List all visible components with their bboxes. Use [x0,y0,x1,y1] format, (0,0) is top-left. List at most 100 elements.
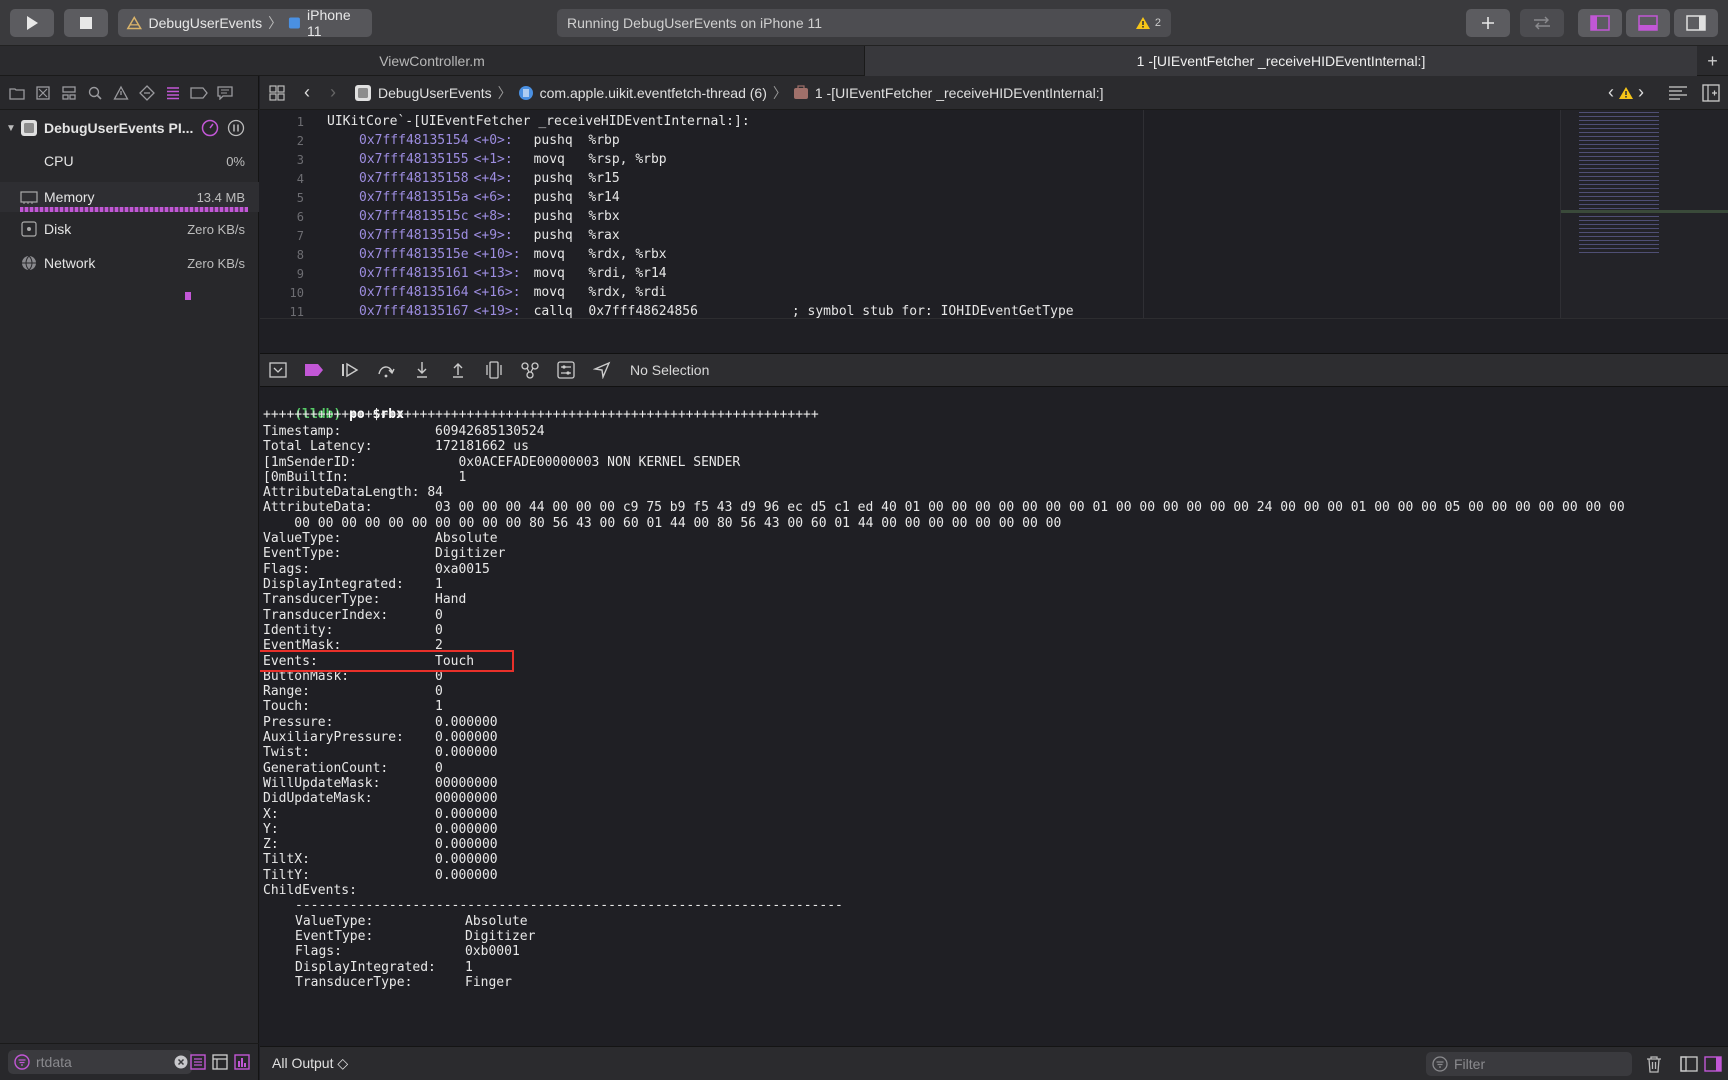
gauge-cpu[interactable]: CPU 0% [0,148,259,174]
forward-button[interactable]: › [320,82,346,103]
chevron-right-icon: 〉 [497,84,512,101]
editor-options-icon[interactable] [1668,85,1688,100]
editor-debug-splitter[interactable] [260,318,1728,353]
step-out-icon [453,363,463,378]
source-control-icon[interactable] [30,80,56,106]
child-separator-line: ----------------------------------------… [295,898,843,913]
code-line: 2 0x7fff48135154 <+0>: pushq %rbp [260,131,620,150]
stop-button[interactable] [64,9,108,37]
disk-icon [21,221,37,237]
disclosure-triangle-icon[interactable]: ▼ [6,123,20,134]
continue-button[interactable] [332,355,368,385]
pause-circle-icon[interactable] [227,119,245,137]
line-number: 1 [296,114,304,129]
next-issue-button[interactable]: › [1638,82,1644,103]
related-items-icon[interactable] [260,84,294,101]
navigator-filter-field[interactable]: rtdata [8,1050,192,1074]
environment-overrides-icon [557,361,575,379]
jumpbar-frame[interactable]: 1 -[UIEventFetcher _receiveHIDEventInter… [815,85,1104,101]
gauge-icon[interactable] [201,119,219,137]
jumpbar-thread[interactable]: com.apple.uikit.eventfetch-thread (6) [540,85,767,101]
process-name: DebugUserEvents PI... [44,120,194,136]
toggle-breakpoints-button[interactable] [296,355,332,385]
jumpbar-project[interactable]: DebugUserEvents [378,85,492,101]
process-row[interactable]: ▼ DebugUserEvents PI... [0,115,259,141]
library-button[interactable] [1466,9,1510,37]
debug-memory-graph-button[interactable] [512,355,548,385]
step-out-button[interactable] [440,355,476,385]
minimap[interactable] [1560,110,1728,318]
gauge-network[interactable]: Network Zero KB/s [0,250,259,276]
output-selector[interactable]: All Output ◇ [272,1055,348,1072]
back-button[interactable]: ‹ [294,82,320,103]
breakpoint-navigator-icon[interactable] [186,80,212,106]
line-number: 2 [296,133,304,148]
test-icon[interactable] [134,80,160,106]
page-guide [1143,110,1144,318]
tab-disassembly[interactable]: 1 -[UIEventFetcher _receiveHIDEventInter… [865,46,1697,76]
chevron-right-icon: 〉 [268,15,283,31]
toggle-navigator-button[interactable] [1578,9,1622,37]
gauge-memory[interactable]: Memory 13.4 MB [0,182,259,212]
debug-view-hierarchy-button[interactable] [476,355,512,385]
code-line: 10 0x7fff48135164 <+16>: movq %rdx, %rdi [260,283,667,302]
toggle-debug-area-button[interactable] [1626,9,1670,37]
find-icon[interactable] [82,80,108,106]
console-filter-field[interactable]: Filter [1426,1052,1632,1076]
simulate-location-button[interactable] [584,355,620,385]
warning-count: 2 [1154,17,1161,29]
field-value: 1 [435,699,443,714]
add-tab-button[interactable]: + [1697,46,1728,76]
show-system-icon[interactable] [212,1054,228,1070]
symbol-hierarchy-icon[interactable] [56,80,82,106]
instruction: movq %rdi, %r14 [533,266,667,281]
chevron-right-icon: 〉 [772,84,787,101]
code-review-button[interactable] [1520,9,1564,37]
show-console-icon[interactable] [1704,1056,1722,1072]
trash-icon[interactable] [1646,1055,1662,1073]
console-field-line: EventType: Digitizer [263,545,1723,562]
folder-icon[interactable] [4,80,30,106]
warning-icon[interactable] [1618,86,1634,100]
filter-icon [1432,1056,1448,1072]
tab-viewcontroller[interactable]: ViewController.m [0,46,865,76]
hide-debug-area-button[interactable] [260,355,296,385]
field-key: Flags: [295,944,342,959]
field-value: 00000000 [435,791,498,806]
step-into-button[interactable] [404,355,440,385]
disassembly-editor[interactable]: 1 UIKitCore`-[UIEventFetcher _receiveHID… [260,110,1728,318]
debug-navigator-icon[interactable] [160,80,186,106]
separator-line: ++++++++++++++++++++++++++++++++++++++++… [263,407,819,422]
run-button[interactable] [10,9,54,37]
address: 0x7fff4813515d [359,228,469,243]
instruction: pushq %r15 [533,171,620,186]
gauge-value: 13.4 MB [196,189,245,205]
environment-overrides-button[interactable] [548,355,584,385]
field-value: 0xb0001 [465,944,520,959]
step-into-icon [417,362,427,378]
warning-indicator[interactable]: 2 [1135,16,1161,30]
memory-usage-bar [20,207,248,212]
issue-icon[interactable] [108,80,134,106]
report-navigator-icon[interactable] [212,80,238,106]
show-cpu-icon[interactable] [234,1054,250,1070]
field-value: 03 00 00 00 44 00 00 00 c9 75 b9 f5 43 d… [435,500,1625,515]
add-editor-icon[interactable] [1702,83,1720,102]
address: 0x7fff48135158 [359,171,469,186]
breakpoint-icon [305,364,323,376]
previous-issue-button[interactable]: ‹ [1608,82,1614,103]
offset: <+6>: [473,190,513,205]
child-field-line: TransducerType: Finger [295,974,1695,991]
gauge-label: Memory [44,189,95,205]
line-number: 9 [296,266,304,281]
toggle-inspector-button[interactable] [1674,9,1718,37]
field-key: EventType: [263,546,342,561]
console-output[interactable]: (lldb) po $rbx +++++++++++++++++++++++++… [260,387,1728,1042]
clear-icon[interactable] [174,1055,188,1069]
show-variables-icon[interactable] [1680,1056,1698,1072]
scheme-selector[interactable]: DebugUserEvents 〉 iPhone 11 [118,7,372,39]
gauge-disk[interactable]: Disk Zero KB/s [0,216,259,242]
device-icon [289,17,301,29]
step-over-button[interactable] [368,355,404,385]
show-running-icon[interactable] [190,1054,206,1070]
